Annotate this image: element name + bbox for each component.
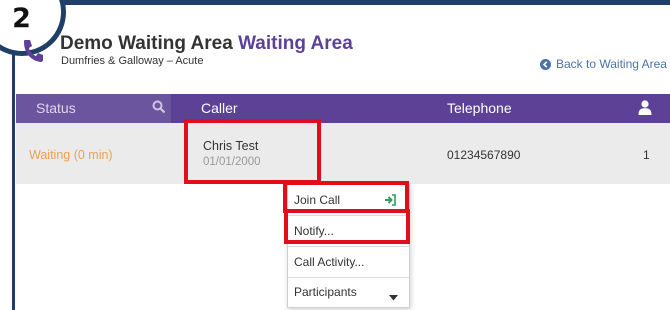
table-row[interactable] (16, 123, 670, 184)
menu-item-label: Join Call (294, 193, 341, 207)
menu-item-label: Participants (294, 285, 357, 299)
caller-dob: 01/01/2000 (203, 156, 261, 168)
menu-item-call-activity[interactable]: Call Activity... (288, 247, 409, 277)
caller-name[interactable]: Chris Test (203, 139, 258, 153)
status-header[interactable]: Status (36, 94, 76, 123)
caller-actions-menu: Join Call Notify... Call Activity... Par… (287, 184, 410, 308)
participants-count: 1 (643, 148, 650, 162)
phone-handset-icon (22, 37, 44, 68)
telephone-cell: 01234567890 (447, 148, 521, 162)
enter-icon (384, 194, 396, 209)
search-icon[interactable] (152, 100, 166, 119)
title-main: Demo Waiting Area (60, 33, 233, 54)
menu-item-label: Call Activity... (294, 255, 365, 269)
caller-header: Caller (201, 100, 238, 116)
page-title: Demo Waiting Area Waiting Area (60, 33, 353, 55)
user-icon (638, 100, 652, 120)
menu-item-participants[interactable]: Participants (288, 277, 409, 307)
step-number: 2 (12, 2, 31, 34)
back-to-waiting-area-link[interactable]: Back to Waiting Area (540, 57, 667, 71)
telephone-header: Telephone (447, 100, 512, 116)
chevron-left-circle-icon (540, 58, 551, 70)
caret-down-icon (389, 290, 398, 304)
page-subtitle: Dumfries & Galloway – Acute (61, 55, 204, 67)
frame-top-border (12, 0, 670, 5)
back-link-label: Back to Waiting Area (556, 57, 667, 71)
menu-item-join-call[interactable]: Join Call (288, 185, 409, 215)
menu-item-notify[interactable]: Notify... (288, 216, 409, 246)
title-accent: Waiting Area (238, 33, 353, 54)
status-cell: Waiting (0 min) (29, 148, 113, 162)
menu-item-label: Notify... (294, 224, 334, 238)
